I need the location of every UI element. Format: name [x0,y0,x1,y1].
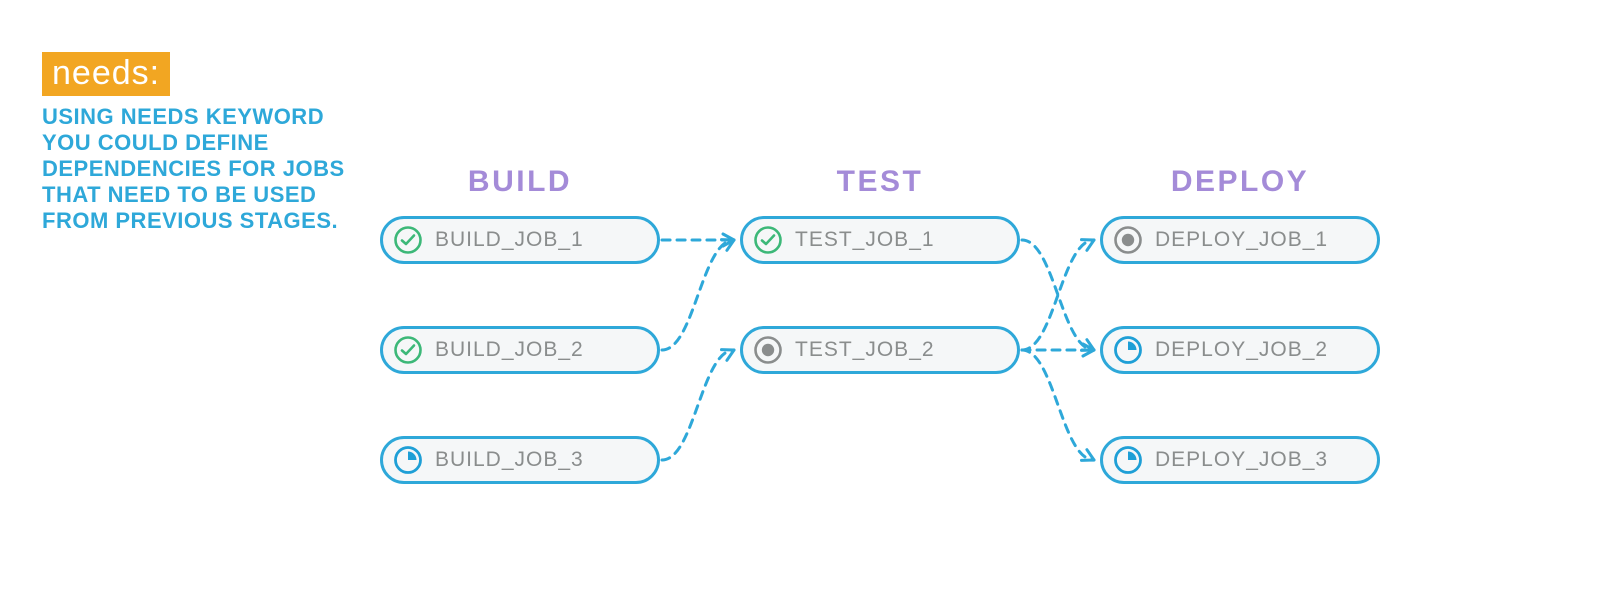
dependency-arrowhead [721,345,736,361]
success-icon [753,225,783,255]
progress-icon [393,445,423,475]
dependency-arrowhead [1081,235,1096,251]
job-label: BUILD_JOB_3 [435,448,584,472]
dependency-arrowhead [721,235,736,251]
success-icon [393,335,423,365]
job-pill-test-0: TEST_JOB_1 [740,216,1020,264]
dependency-arrowhead [1081,340,1096,356]
pending-icon [753,335,783,365]
dependency-arrowhead [723,234,734,246]
dependency-arrowhead [1081,450,1096,466]
needs-badge: needs: [42,52,170,96]
stage-header-deploy: DEPLOY [1100,165,1380,199]
job-pill-deploy-1: DEPLOY_JOB_2 [1100,326,1380,374]
job-label: BUILD_JOB_2 [435,338,584,362]
dependency-edge [1022,350,1094,460]
job-label: TEST_JOB_2 [795,338,935,362]
stage-header-test: TEST [740,165,1020,199]
job-label: DEPLOY_JOB_3 [1155,448,1328,472]
job-pill-build-0: BUILD_JOB_1 [380,216,660,264]
dependency-edge [1022,240,1094,350]
dependency-edge [1022,240,1094,350]
stage-header-build: BUILD [380,165,660,199]
job-label: DEPLOY_JOB_1 [1155,228,1328,252]
progress-icon [1113,335,1143,365]
pending-icon [1113,225,1143,255]
job-pill-test-1: TEST_JOB_2 [740,326,1020,374]
job-pill-deploy-2: DEPLOY_JOB_3 [1100,436,1380,484]
job-label: DEPLOY_JOB_2 [1155,338,1328,362]
job-pill-build-2: BUILD_JOB_3 [380,436,660,484]
dependency-arrowhead [1083,344,1094,356]
description-text: Using needs keyword you could define dep… [42,104,352,234]
job-label: TEST_JOB_1 [795,228,935,252]
progress-icon [1113,445,1143,475]
success-icon [393,225,423,255]
dependency-edge [662,240,734,350]
job-pill-build-1: BUILD_JOB_2 [380,326,660,374]
dependency-edge [662,350,734,460]
job-pill-deploy-0: DEPLOY_JOB_1 [1100,216,1380,264]
job-label: BUILD_JOB_1 [435,228,584,252]
